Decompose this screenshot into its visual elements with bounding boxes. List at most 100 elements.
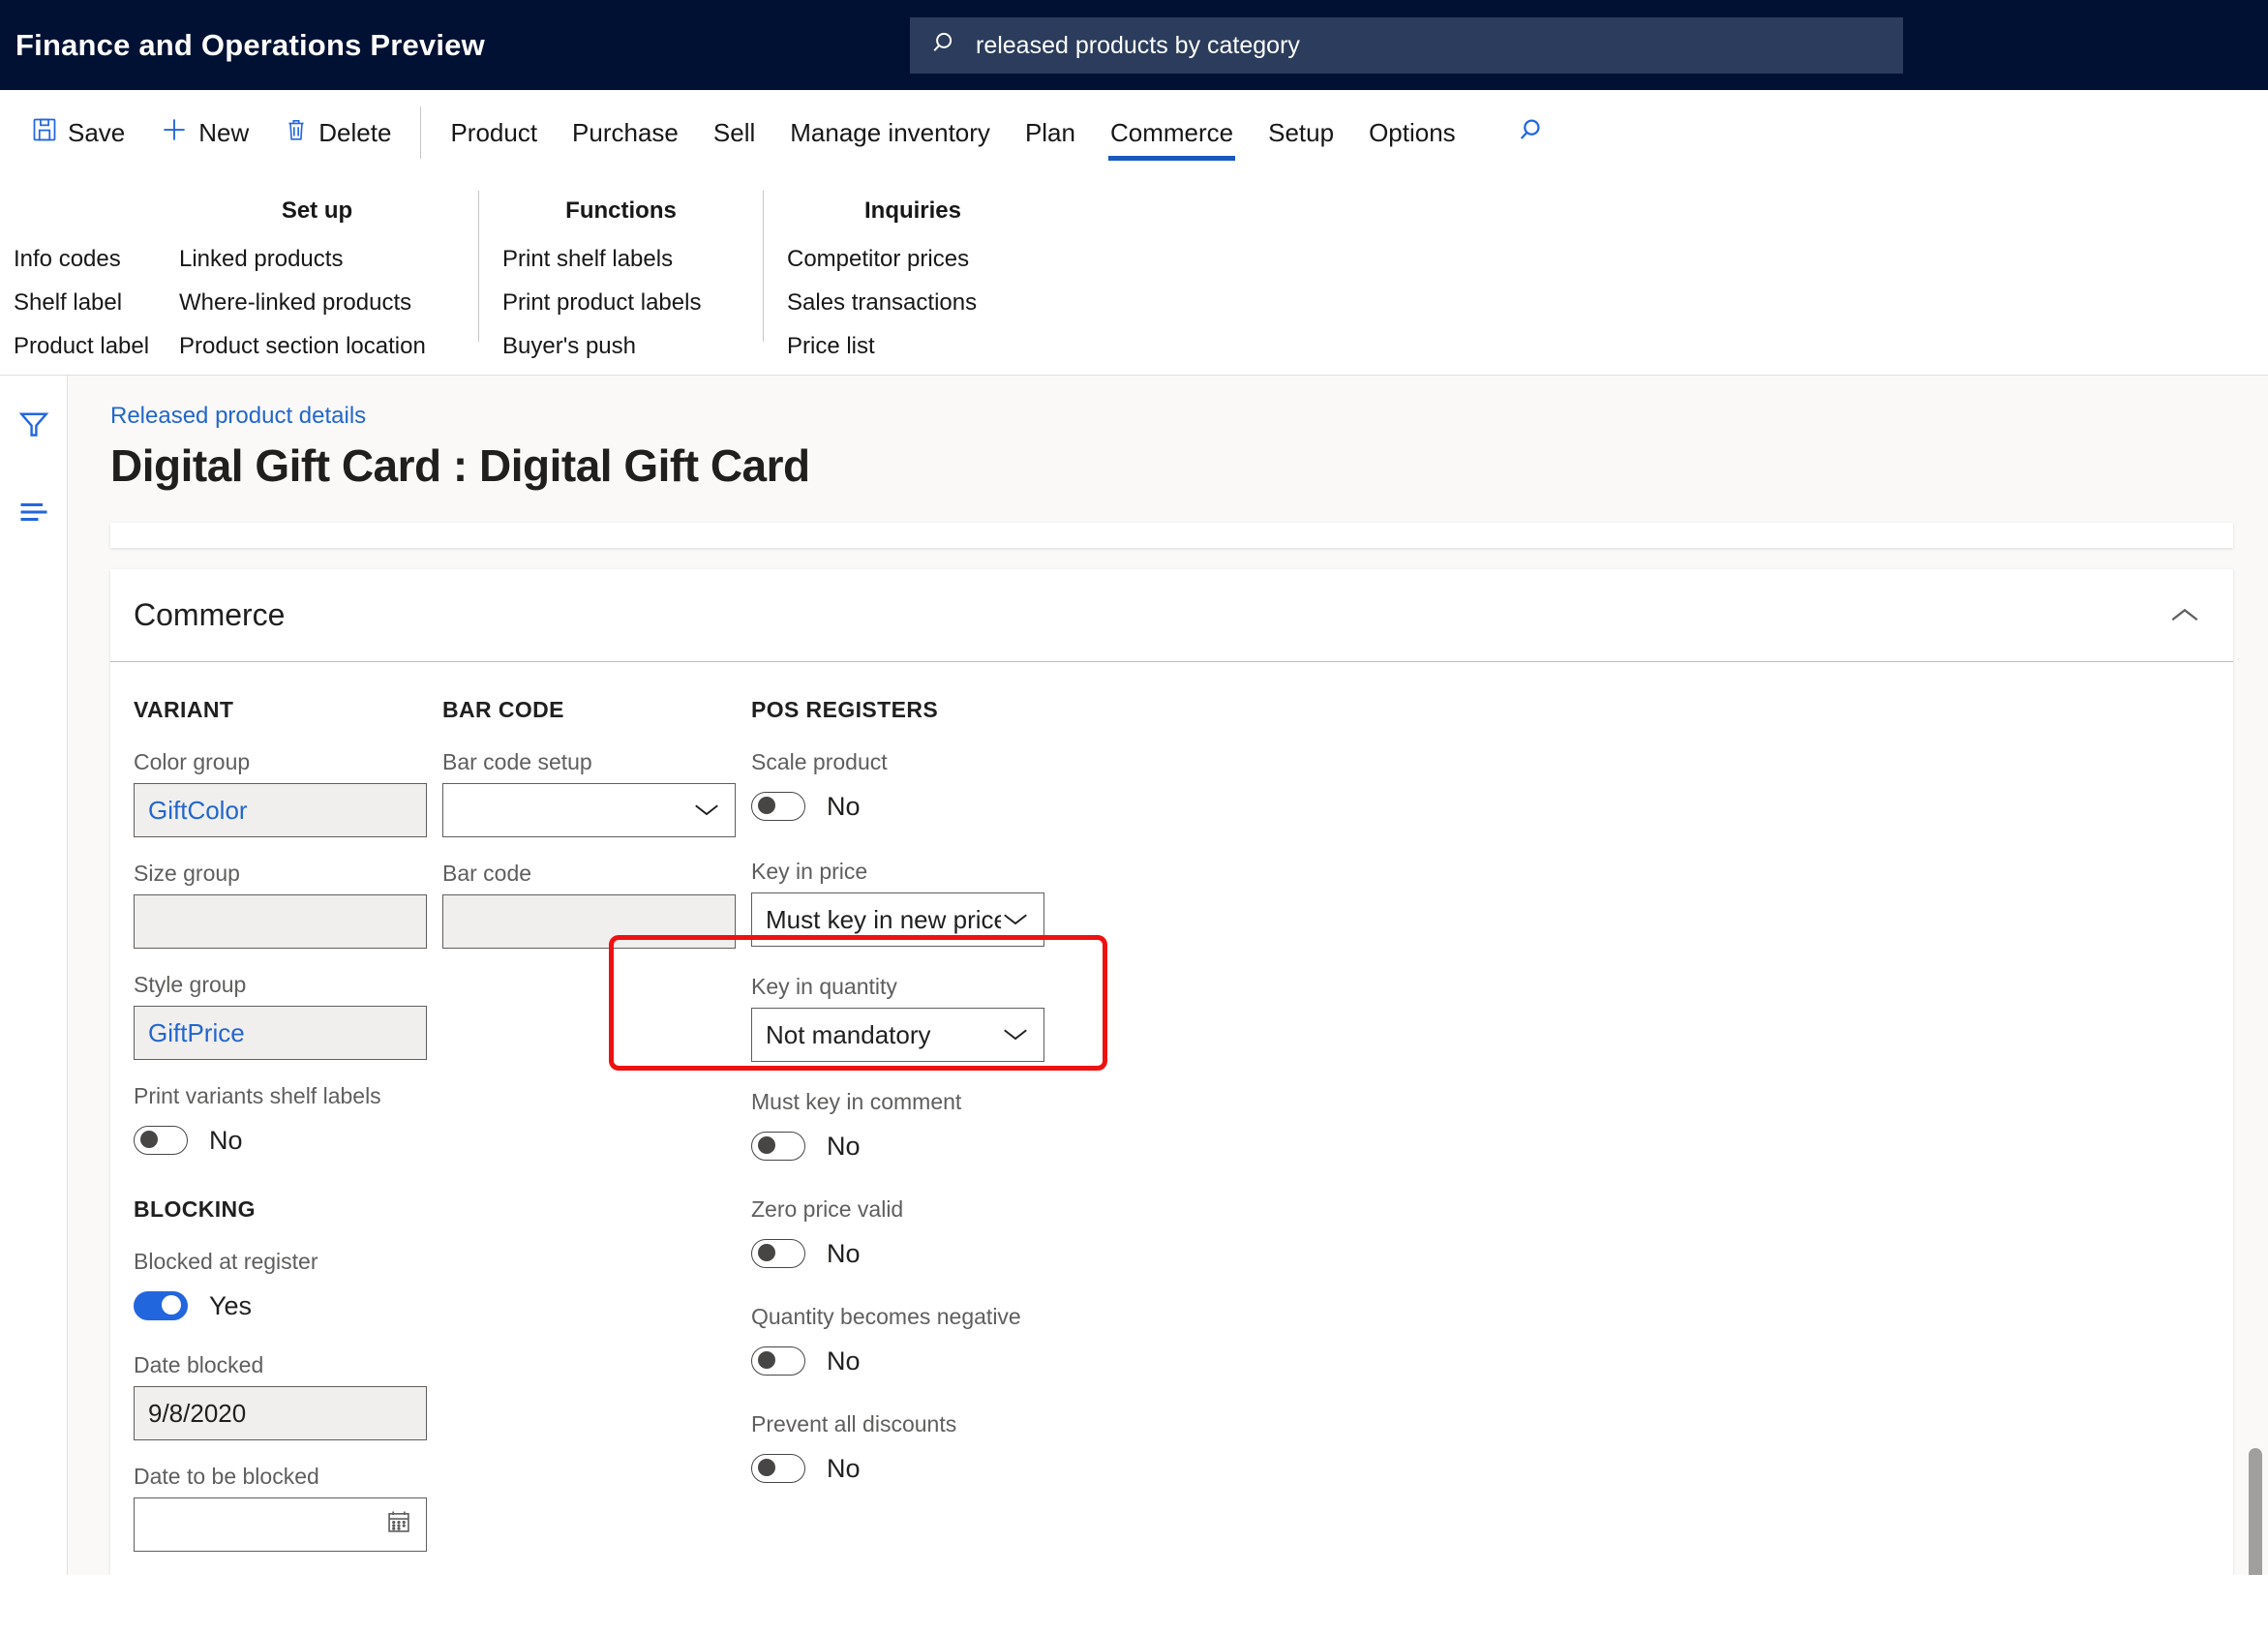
new-button[interactable]: New (142, 103, 266, 163)
filter-icon[interactable] (12, 403, 56, 447)
tab-commerce[interactable]: Commerce (1093, 99, 1251, 166)
tab-setup-label: Setup (1268, 117, 1335, 147)
field-color-group: Color group GiftColor (134, 749, 427, 837)
quantity-becomes-negative-label: Quantity becomes negative (751, 1304, 1021, 1329)
zero-price-valid-row: No (751, 1230, 1044, 1277)
field-date-to-be-blocked: Date to be blocked (134, 1464, 427, 1552)
calendar-icon[interactable] (385, 1508, 412, 1542)
field-date-blocked: Date blocked 9/8/2020 (134, 1352, 427, 1440)
delete-button-label: Delete (318, 117, 392, 147)
menu-column-inquiries: Inquiries Competitor prices Sales transa… (787, 185, 1039, 375)
quantity-becomes-negative-value: No (827, 1346, 861, 1376)
delete-button[interactable]: Delete (266, 103, 408, 163)
date-to-be-blocked-label: Date to be blocked (134, 1464, 319, 1489)
scale-product-value: No (827, 791, 861, 821)
print-variants-shelf-labels-toggle[interactable] (134, 1126, 188, 1155)
save-icon (31, 116, 58, 150)
chevron-down-icon[interactable] (692, 796, 721, 826)
column-gap (427, 697, 442, 1575)
menu-item-linked-products[interactable]: Linked products (179, 237, 455, 281)
field-must-key-in-comment: Must key in comment No (751, 1089, 1044, 1169)
toolbar-divider (420, 106, 422, 159)
menu-item-competitor-prices[interactable]: Competitor prices (787, 237, 1039, 281)
menu-column-header-blank (14, 185, 179, 237)
zero-price-valid-toggle[interactable] (751, 1239, 805, 1268)
toggle-knob (140, 1131, 158, 1148)
list-lines-icon[interactable] (12, 490, 56, 534)
global-search-box[interactable]: released products by category (910, 17, 1903, 74)
key-in-price-select[interactable]: Must key in new price (751, 892, 1044, 947)
field-bar-code-setup: Bar code setup (442, 749, 736, 837)
print-variants-shelf-labels-value: No (209, 1125, 243, 1155)
size-group-input[interactable] (134, 894, 427, 949)
action-pane: Save New Delete Product Purchase Sell Ma… (0, 90, 2268, 175)
chevron-up-icon[interactable] (2163, 594, 2206, 637)
save-button[interactable]: Save (14, 103, 142, 163)
trash-icon (284, 116, 309, 150)
quantity-becomes-negative-toggle[interactable] (751, 1346, 805, 1376)
menu-item-where-linked-products[interactable]: Where-linked products (179, 281, 455, 324)
content-area: Released product details Digital Gift Ca… (68, 376, 2268, 1575)
bar-code-label: Bar code (442, 861, 532, 886)
menu-header-set-up: Set up (281, 197, 353, 224)
scale-product-toggle[interactable] (751, 792, 805, 821)
quantity-becomes-negative-row: No (751, 1338, 1044, 1384)
tab-sell-label: Sell (712, 117, 756, 147)
menu-column-left: Info codes Shelf label Product label (0, 185, 179, 375)
action-pane-search-button[interactable] (1506, 108, 1555, 157)
vertical-scrollbar[interactable] (2249, 1448, 2262, 1575)
menu-item-product-label[interactable]: Product label (14, 324, 179, 368)
blocked-at-register-toggle[interactable] (134, 1291, 188, 1320)
style-group-input[interactable]: GiftPrice (134, 1006, 427, 1060)
commerce-fasttab-title: Commerce (134, 597, 286, 632)
app-title: Finance and Operations Preview (15, 27, 485, 62)
menu-item-shelf-label[interactable]: Shelf label (14, 281, 179, 324)
key-in-quantity-value: Not mandatory (766, 1019, 931, 1049)
chevron-down-icon[interactable] (1001, 1020, 1030, 1050)
prevent-all-discounts-toggle[interactable] (751, 1454, 805, 1483)
bar-code-setup-select[interactable] (442, 783, 736, 837)
key-in-quantity-select[interactable]: Not mandatory (751, 1008, 1044, 1062)
tab-options[interactable]: Options (1351, 99, 1473, 166)
menu-item-buyers-push[interactable]: Buyer's push (502, 324, 740, 368)
toggle-knob (758, 1351, 775, 1369)
pos-registers-column: POS REGISTERS Scale product No Key in pr… (751, 697, 1044, 1575)
blocked-at-register-value: Yes (209, 1290, 253, 1320)
menu-separator (763, 191, 764, 342)
toggle-knob (758, 797, 775, 814)
variant-column: VARIANT Color group GiftColor Size group… (134, 697, 427, 1575)
menu-item-product-section-location[interactable]: Product section location (179, 324, 455, 368)
field-style-group: Style group GiftPrice (134, 972, 427, 1060)
menu-item-info-codes[interactable]: Info codes (14, 237, 179, 281)
top-navigation-bar: Finance and Operations Preview released … (0, 0, 2268, 90)
tab-sell[interactable]: Sell (696, 99, 772, 166)
date-blocked-input[interactable]: 9/8/2020 (134, 1386, 427, 1440)
zero-price-valid-label: Zero price valid (751, 1196, 904, 1222)
field-prevent-all-discounts: Prevent all discounts No (751, 1411, 1044, 1492)
field-bar-code: Bar code (442, 861, 736, 949)
breadcrumb[interactable]: Released product details (110, 403, 366, 430)
tab-setup[interactable]: Setup (1251, 99, 1351, 166)
menu-item-print-shelf-labels[interactable]: Print shelf labels (502, 237, 740, 281)
field-key-in-price: Key in price Must key in new price (751, 859, 1044, 947)
must-key-in-comment-toggle[interactable] (751, 1132, 805, 1161)
size-group-label: Size group (134, 861, 240, 886)
tab-product[interactable]: Product (433, 99, 555, 166)
blocked-at-register-label: Blocked at register (134, 1249, 318, 1274)
field-print-variants-shelf-labels: Print variants shelf labels No (134, 1083, 427, 1164)
tab-manage-inventory[interactable]: Manage inventory (772, 99, 1008, 166)
bar-code-input[interactable] (442, 894, 736, 949)
scrollbar-thumb[interactable] (2249, 1448, 2262, 1575)
tab-plan-label: Plan (1024, 117, 1075, 147)
commerce-fasttab-header[interactable]: Commerce (110, 569, 2233, 662)
menu-item-print-product-labels[interactable]: Print product labels (502, 281, 740, 324)
menu-item-sales-transactions[interactable]: Sales transactions (787, 281, 1039, 324)
date-to-be-blocked-input[interactable] (134, 1497, 427, 1552)
tab-purchase[interactable]: Purchase (555, 99, 696, 166)
menu-header-functions: Functions (565, 197, 677, 224)
menu-item-price-list[interactable]: Price list (787, 324, 1039, 368)
tab-plan[interactable]: Plan (1008, 99, 1093, 166)
menu-separator (478, 191, 479, 342)
color-group-input[interactable]: GiftColor (134, 783, 427, 837)
chevron-down-icon[interactable] (1001, 905, 1030, 935)
